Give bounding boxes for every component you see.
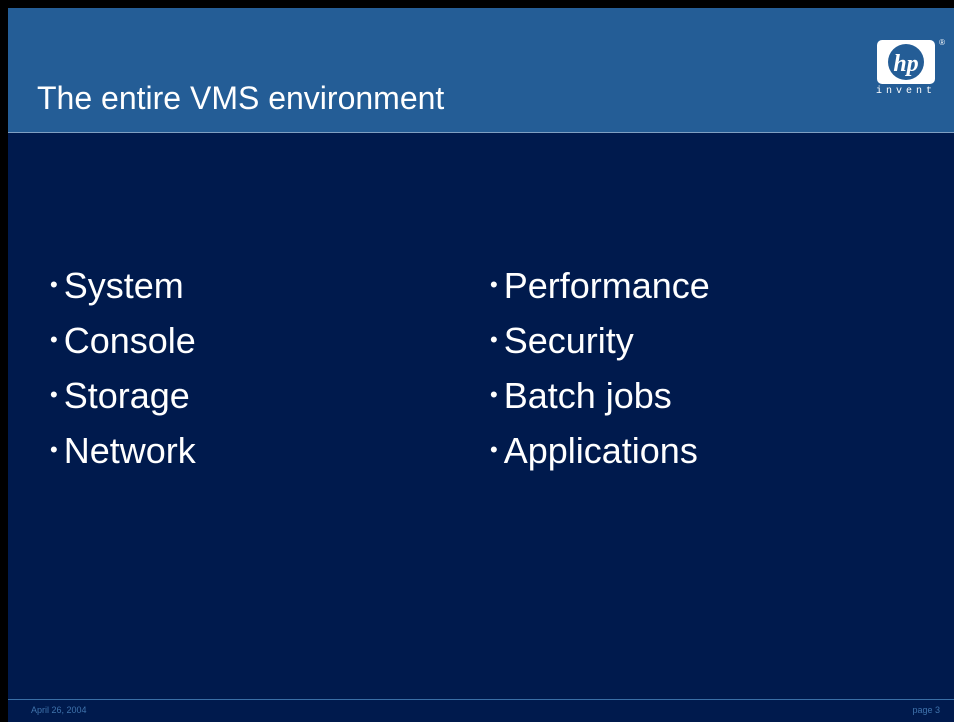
footer-page-number: page 3: [912, 705, 940, 715]
slide-header: The entire VMS environment hp ® invent: [8, 8, 954, 133]
footer-divider: [8, 699, 954, 700]
list-item: • Console: [50, 320, 196, 361]
hp-logo: hp ® invent: [866, 34, 946, 104]
slide: The entire VMS environment hp ® invent •…: [0, 0, 954, 722]
list-item: • Applications: [490, 430, 698, 471]
list-item: • Security: [490, 320, 634, 361]
list-item: • Storage: [50, 375, 190, 416]
list-item: • System: [50, 265, 184, 306]
list-item: • Performance: [490, 265, 710, 306]
svg-text:hp: hp: [893, 51, 918, 77]
list-item: • Network: [50, 430, 196, 471]
registered-mark: ®: [939, 38, 945, 47]
slide-title: The entire VMS environment: [37, 80, 445, 116]
left-bullet-list: • System • Console • Storage • Network: [50, 258, 196, 478]
footer-date: April 26, 2004: [31, 705, 87, 715]
hp-logo-mark: hp: [877, 40, 935, 84]
right-bullet-list: • Performance • Security • Batch jobs • Appl…: [490, 258, 710, 478]
list-item: • Batch jobs: [490, 375, 672, 416]
hp-invent-tagline: invent: [875, 86, 936, 97]
